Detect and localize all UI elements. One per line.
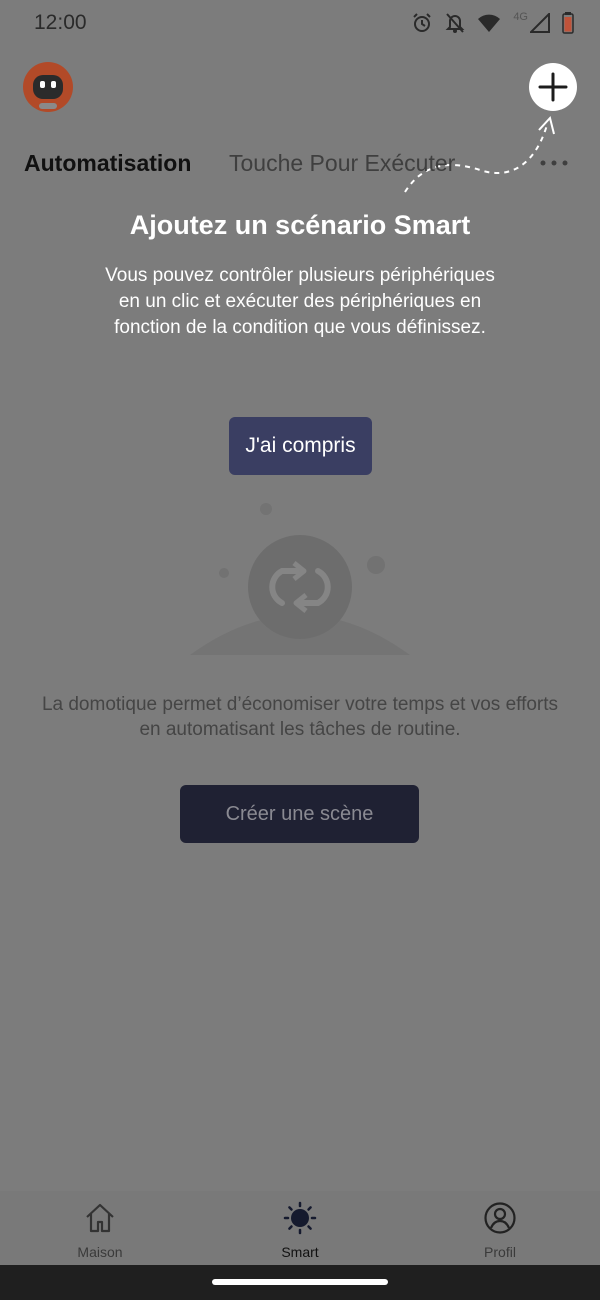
wifi-icon <box>477 13 501 33</box>
home-icon <box>86 1203 114 1233</box>
user-profile-icon <box>484 1202 516 1234</box>
more-button[interactable] <box>538 156 570 170</box>
got-it-button[interactable]: J'ai compris <box>229 417 372 475</box>
guide-description: Vous pouvez contrôler plusieurs périphér… <box>105 265 495 338</box>
battery-icon <box>562 12 574 34</box>
system-navigation-bar <box>0 1265 600 1300</box>
status-icons: 4G <box>411 11 574 34</box>
nav-item-smart[interactable]: Smart <box>240 1191 360 1265</box>
nav-label: Profil <box>484 1244 516 1260</box>
home-indicator[interactable] <box>212 1279 388 1285</box>
empty-state-description: La domotique permet d’économiser votre t… <box>41 694 559 740</box>
sun-icon <box>283 1201 317 1235</box>
alarm-icon <box>411 12 433 34</box>
nav-item-home[interactable]: Maison <box>40 1191 160 1265</box>
tab-tap-to-run[interactable]: Touche Pour Exécuter <box>229 150 455 177</box>
status-bar: 12:00 4G <box>0 0 600 46</box>
tab-automation[interactable]: Automatisation <box>24 150 191 177</box>
add-scene-button[interactable] <box>529 63 577 111</box>
plus-icon <box>538 72 568 102</box>
create-scene-button[interactable]: Créer une scène <box>180 785 419 843</box>
network-type: 4G <box>513 11 528 23</box>
nav-label: Maison <box>77 1244 123 1260</box>
nav-item-profile[interactable]: Profil <box>440 1191 560 1265</box>
notifications-off-icon <box>445 12 465 34</box>
automation-sync-icon <box>190 503 410 655</box>
more-horizontal-icon <box>540 160 568 166</box>
signal-icon <box>530 13 550 33</box>
status-time: 12:00 <box>34 11 87 34</box>
nav-label: Smart <box>281 1244 319 1260</box>
bottom-nav: Maison Smart Profil <box>0 1191 600 1265</box>
robot-avatar-icon[interactable] <box>22 61 74 113</box>
guide-title: Ajoutez un scénario Smart <box>129 210 471 240</box>
